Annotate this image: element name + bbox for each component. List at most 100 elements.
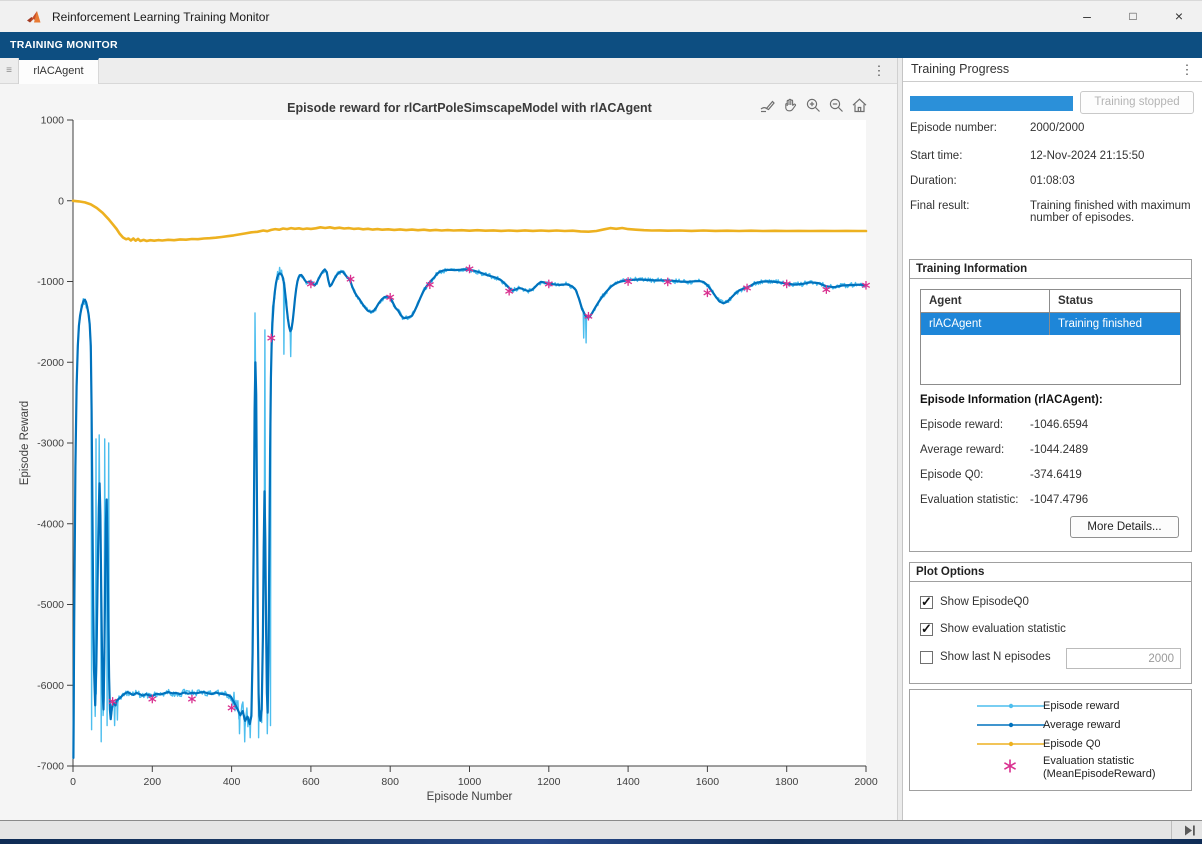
training-progress-panel: Training Progress ⋮ Training stopped Epi… — [903, 58, 1202, 820]
stat-value: -1046.6594 — [1030, 419, 1088, 431]
plot-options-title: Plot Options — [910, 563, 1191, 582]
document-area: ≡ rlACAgent ⋮ Episode reward for rlCartP… — [0, 58, 897, 820]
column-header-agent: Agent — [921, 290, 1050, 313]
skip-to-end-icon[interactable] — [1184, 825, 1196, 836]
svg-text:-7000: -7000 — [37, 761, 64, 773]
show-last-n-episodes-checkbox[interactable]: ✓ — [920, 651, 933, 664]
table-header-row: Agent Status — [921, 290, 1180, 313]
legend-label: Episode Q0 — [1043, 738, 1100, 750]
stat-label: Episode reward: — [920, 419, 1028, 431]
svg-text:0: 0 — [70, 776, 76, 788]
svg-text:1000: 1000 — [458, 776, 482, 788]
svg-text:1800: 1800 — [775, 776, 799, 788]
field-label: Duration: — [910, 175, 1022, 187]
stat-value: -374.6419 — [1030, 469, 1082, 481]
legend-box: Episode reward Average reward Episode Q0… — [909, 689, 1192, 791]
average-reward-line-sample — [977, 720, 1045, 730]
svg-text:0: 0 — [58, 195, 64, 207]
checkbox-label: Show evaluation statistic — [940, 623, 1066, 635]
legend-label: Average reward — [1043, 719, 1120, 731]
document-menu-icon[interactable]: ⋮ — [871, 58, 887, 84]
episode-information-title: Episode Information (rlACAgent): — [920, 394, 1103, 406]
stat-value: -1044.2489 — [1030, 444, 1088, 456]
stat-label: Average reward: — [920, 444, 1028, 456]
show-episodeq0-checkbox[interactable]: ✓ — [920, 596, 933, 609]
statusbar-divider — [1171, 821, 1172, 840]
svg-text:-6000: -6000 — [37, 680, 64, 692]
training-information-box: Training Information Agent Status rlACAg… — [909, 259, 1192, 552]
episode-q0-line-sample — [977, 739, 1045, 749]
svg-text:Episode Reward: Episode Reward — [19, 401, 31, 485]
show-evaluation-statistic-option[interactable]: ✓ Show evaluation statistic — [920, 621, 1066, 637]
plot-options-box: Plot Options ✓ Show EpisodeQ0 ✓ Show eva… — [909, 562, 1192, 684]
agent-cell: rlACAgent — [921, 313, 1050, 335]
legend-label: Episode reward — [1043, 700, 1119, 712]
field-value: 12-Nov-2024 21:15:50 — [1030, 150, 1195, 162]
field-value: 2000/2000 — [1030, 122, 1195, 134]
field-value: 01:08:03 — [1030, 175, 1195, 187]
column-header-status: Status — [1050, 290, 1180, 313]
document-tabstrip: ≡ rlACAgent ⋮ — [0, 58, 897, 84]
more-details-button[interactable]: More Details... — [1070, 516, 1179, 538]
legend-label: Evaluation statistic — [1043, 755, 1134, 767]
svg-text:400: 400 — [223, 776, 241, 788]
close-button[interactable]: × — [1156, 1, 1202, 33]
statusbar — [0, 820, 1202, 839]
panel-title: Training Progress — [911, 58, 1009, 81]
window-title: Reinforcement Learning Training Monitor — [52, 1, 269, 33]
status-cell: Training finished — [1050, 313, 1180, 335]
matlab-logo-icon — [26, 8, 44, 26]
svg-text:-4000: -4000 — [37, 518, 64, 530]
legend-item-evaluation-statistic: Evaluation statistic (MeanEpisodeReward) — [910, 752, 1193, 786]
svg-text:600: 600 — [302, 776, 320, 788]
training-information-title: Training Information — [910, 260, 1191, 279]
desktop-edge — [0, 839, 1202, 844]
legend-label-line2: (MeanEpisodeReward) — [1043, 768, 1156, 780]
training-chart[interactable]: 1000 0 -1000 -2000 -3000 -4000 -5000 -6000 -7000… — [0, 84, 897, 820]
svg-text:-2000: -2000 — [37, 357, 64, 369]
svg-text:-3000: -3000 — [37, 438, 64, 450]
field-label: Episode number: — [910, 122, 1022, 134]
field-label: Start time: — [910, 150, 1022, 162]
svg-text:200: 200 — [144, 776, 162, 788]
training-progress-bar — [910, 96, 1073, 111]
svg-text:-5000: -5000 — [37, 599, 64, 611]
evaluation-statistic-asterisk-sample — [1002, 758, 1018, 774]
legend-item-average-reward: Average reward — [910, 716, 1193, 735]
titlebar: Reinforcement Learning Training Monitor … — [0, 0, 1202, 32]
checkbox-label: Show EpisodeQ0 — [940, 596, 1029, 608]
minimize-button[interactable]: – — [1064, 1, 1110, 33]
panel-menu-icon[interactable]: ⋮ — [1180, 58, 1194, 82]
panel-header: Training Progress ⋮ — [903, 58, 1202, 82]
episode-reward-line-sample — [977, 701, 1045, 711]
svg-text:-1000: -1000 — [37, 276, 64, 288]
app-window: Reinforcement Learning Training Monitor … — [0, 0, 1202, 844]
svg-text:2000: 2000 — [854, 776, 878, 788]
svg-text:1400: 1400 — [616, 776, 640, 788]
svg-text:800: 800 — [381, 776, 399, 788]
stat-label: Evaluation statistic: — [920, 494, 1028, 506]
tab-list-icon[interactable]: ≡ — [0, 58, 19, 84]
stat-label: Episode Q0: — [920, 469, 1028, 481]
svg-text:1000: 1000 — [41, 115, 65, 127]
show-last-n-episodes-option[interactable]: ✓ Show last N episodes — [920, 649, 1051, 665]
figure-area: Episode reward for rlCartPoleSimscapeMod… — [0, 84, 897, 820]
training-stopped-button[interactable]: Training stopped — [1080, 91, 1194, 114]
legend-item-episode-reward: Episode reward — [910, 697, 1193, 716]
show-evaluation-statistic-checkbox[interactable]: ✓ — [920, 623, 933, 636]
last-n-episodes-input[interactable] — [1066, 648, 1181, 669]
ribbon-tab-training-monitor[interactable]: TRAINING MONITOR — [0, 32, 128, 58]
tab-rlacagent[interactable]: rlACAgent — [19, 58, 99, 84]
ribbon: TRAINING MONITOR — [0, 32, 1202, 58]
table-row[interactable]: rlACAgent Training finished — [921, 313, 1180, 335]
stat-value: -1047.4796 — [1030, 494, 1088, 506]
svg-text:Episode Number: Episode Number — [427, 791, 513, 803]
show-episodeq0-option[interactable]: ✓ Show EpisodeQ0 — [920, 594, 1029, 610]
field-value: Training finished with maximum number of… — [1030, 200, 1195, 224]
field-label: Final result: — [910, 200, 1022, 212]
svg-text:1600: 1600 — [696, 776, 720, 788]
agent-status-table[interactable]: Agent Status rlACAgent Training finished — [920, 289, 1181, 385]
checkbox-label: Show last N episodes — [940, 651, 1051, 663]
svg-text:1200: 1200 — [537, 776, 561, 788]
maximize-button[interactable]: □ — [1110, 1, 1156, 33]
